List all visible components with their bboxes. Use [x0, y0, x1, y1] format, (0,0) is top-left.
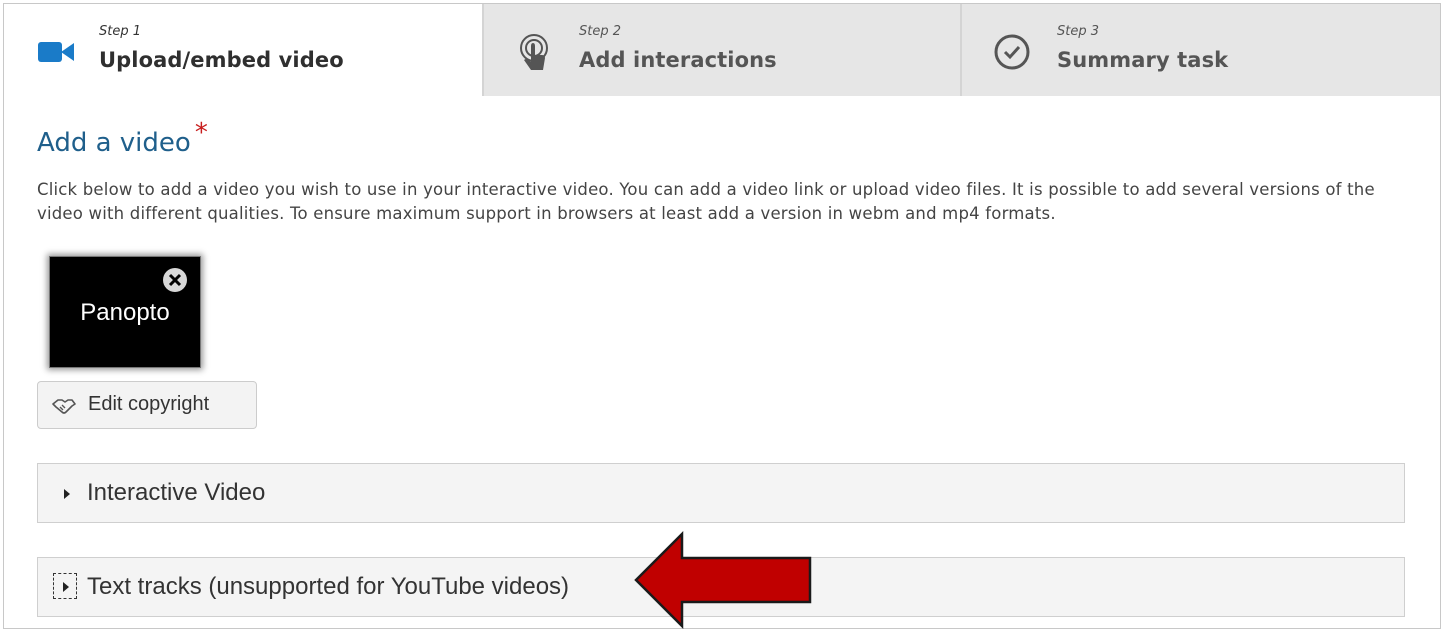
- interactive-video-group-label: Interactive Video: [87, 479, 266, 506]
- step-3-title: Summary task: [1057, 48, 1229, 72]
- video-thumbnail[interactable]: Panopto: [49, 256, 201, 368]
- text-tracks-group-label: Text tracks (unsupported for YouTube vid…: [87, 573, 570, 600]
- section-heading-text: Add a video: [37, 128, 191, 158]
- step-2-tab[interactable]: Step 2 Add interactions: [482, 4, 960, 96]
- handshake-icon: [52, 399, 76, 414]
- remove-circle-icon[interactable]: [162, 267, 188, 293]
- caret-right-icon: [63, 582, 69, 592]
- video-camera-icon: [38, 42, 74, 62]
- edit-copyright-button[interactable]: Edit copyright: [37, 381, 257, 429]
- section-description: Click below to add a video you wish to u…: [37, 180, 1375, 223]
- touch-tap-icon: [520, 34, 548, 70]
- video-thumbnail-label: Panopto: [80, 299, 170, 326]
- interactive-video-group[interactable]: Interactive Video: [37, 463, 1405, 523]
- step-1-number: Step 1: [99, 24, 142, 39]
- check-circle-icon: [994, 34, 1030, 70]
- caret-right-icon: [64, 489, 70, 499]
- required-marker: *: [194, 118, 208, 148]
- step-3-number: Step 3: [1057, 24, 1100, 39]
- section-heading: Add a video *: [37, 118, 208, 158]
- step-navigation: Step 1 Upload/embed video Step 2 Add int…: [4, 4, 1440, 96]
- left-arrow-callout-icon: [634, 530, 812, 630]
- step-2-number: Step 2: [579, 24, 622, 39]
- step-2-title: Add interactions: [579, 48, 777, 72]
- step-1-title: Upload/embed video: [99, 48, 344, 72]
- edit-copyright-label: Edit copyright: [88, 393, 210, 415]
- step-3-tab[interactable]: Step 3 Summary task: [960, 4, 1440, 96]
- step-1-tab[interactable]: Step 1 Upload/embed video: [4, 4, 482, 96]
